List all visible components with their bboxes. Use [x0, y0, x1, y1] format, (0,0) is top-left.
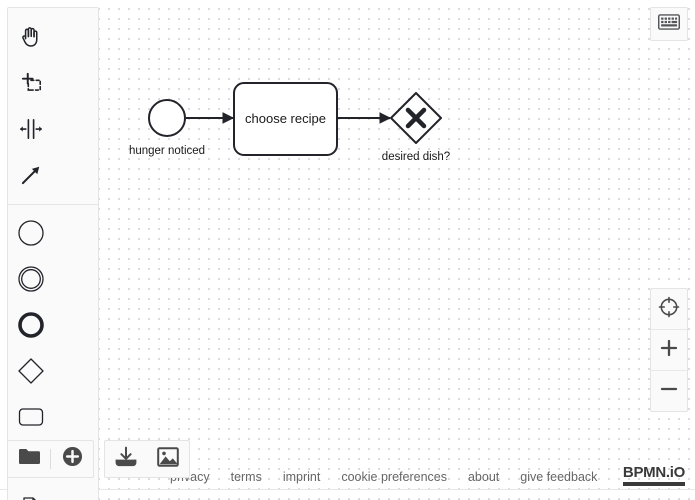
brand-text: BPMN.iO — [622, 464, 685, 481]
data-object-icon — [16, 494, 46, 500]
gateway-diamond-icon — [16, 356, 46, 386]
crosshair-target-icon — [658, 296, 680, 323]
minus-icon — [659, 379, 679, 404]
end-event-icon — [16, 310, 46, 340]
footer-divider — [0, 489, 695, 490]
diagram-canvas[interactable] — [0, 0, 695, 500]
task-choose-recipe[interactable]: choose recipe — [233, 82, 338, 156]
download-icon — [115, 446, 137, 472]
hand-tool-button[interactable] — [8, 14, 54, 60]
connect-arrow-icon — [18, 162, 44, 188]
footer-link-cookie-preferences[interactable]: cookie preferences — [341, 470, 447, 484]
create-task-button[interactable] — [8, 394, 54, 440]
start-event-label: hunger noticed — [129, 145, 205, 157]
footer-link-about[interactable]: about — [468, 470, 499, 484]
folder-icon — [18, 447, 40, 471]
zoom-out-button[interactable] — [651, 370, 687, 411]
brand-underline — [622, 482, 685, 486]
space-tool-button[interactable] — [8, 106, 54, 152]
intermediate-event-icon — [16, 264, 46, 294]
space-icon — [18, 116, 44, 142]
bpmn-modeler-app: hunger noticed choose recipe desired dis… — [0, 0, 695, 500]
create-gateway-button[interactable] — [8, 348, 54, 394]
new-diagram-button[interactable] — [51, 441, 93, 477]
task-label: choose recipe — [245, 111, 326, 126]
hand-icon — [18, 24, 44, 50]
footer-link-terms[interactable]: terms — [231, 470, 262, 484]
image-icon — [157, 446, 179, 472]
zoom-controls — [650, 288, 688, 412]
lasso-icon — [18, 70, 44, 96]
palette-tools-group — [8, 14, 98, 198]
open-diagram-button[interactable] — [8, 441, 50, 477]
export-button-group — [104, 440, 190, 478]
footer-links: privacy terms imprint cookie preferences… — [170, 470, 597, 484]
keyboard-icon — [658, 13, 680, 35]
bpmn-io-logo[interactable]: BPMN.iO — [622, 464, 685, 486]
global-connect-tool-button[interactable] — [8, 152, 54, 198]
io-button-group — [7, 440, 94, 478]
task-icon — [16, 402, 46, 432]
footer-link-give-feedback[interactable]: give feedback — [520, 470, 597, 484]
lasso-tool-button[interactable] — [8, 60, 54, 106]
download-image-button[interactable] — [147, 441, 189, 477]
create-start-event-button[interactable] — [8, 210, 54, 256]
plus-circle-icon — [62, 446, 83, 472]
start-event-icon — [16, 218, 46, 248]
download-bpmn-button[interactable] — [105, 441, 147, 477]
element-palette: ... — [7, 7, 99, 500]
gateway-label: desired dish? — [382, 151, 450, 163]
plus-icon — [659, 338, 679, 363]
create-data-object-button[interactable] — [8, 486, 54, 500]
create-intermediate-event-button[interactable] — [8, 256, 54, 302]
reset-zoom-button[interactable] — [651, 289, 687, 329]
create-end-event-button[interactable] — [8, 302, 54, 348]
zoom-in-button[interactable] — [651, 329, 687, 370]
keyboard-shortcuts-button[interactable] — [650, 7, 688, 41]
footer-link-imprint[interactable]: imprint — [283, 470, 321, 484]
